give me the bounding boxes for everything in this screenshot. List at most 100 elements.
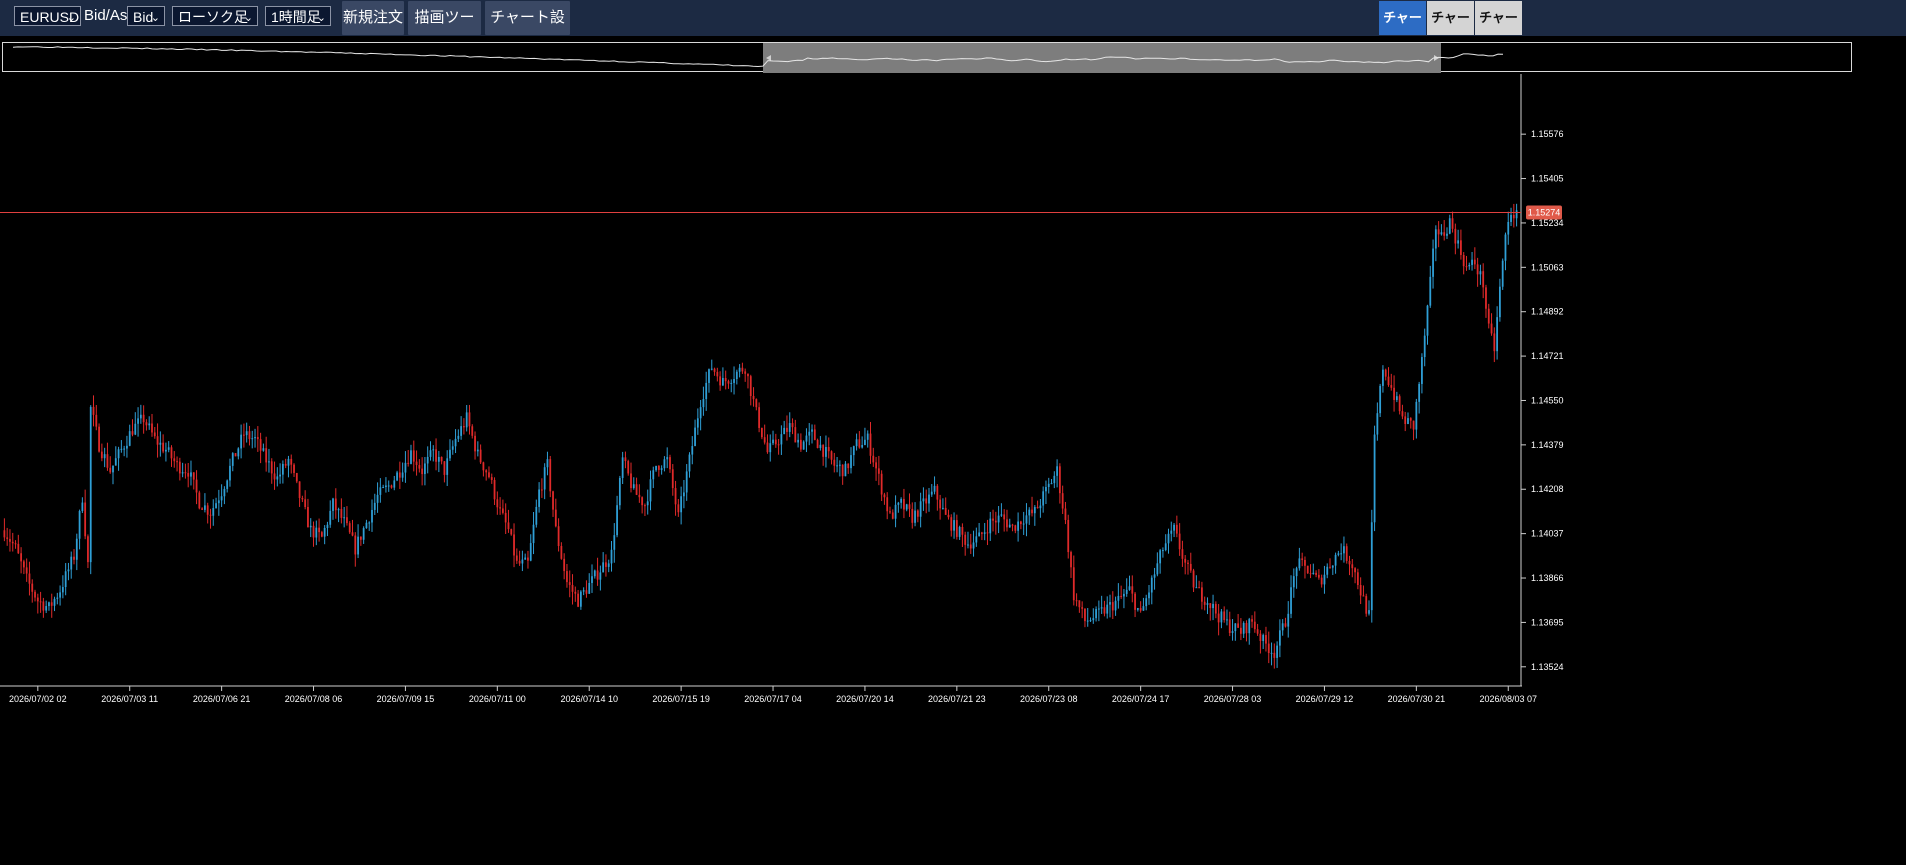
candle-body — [184, 472, 187, 474]
candle-body — [649, 479, 652, 502]
chart-settings-button[interactable]: チャート設定 — [485, 1, 570, 60]
candle-body — [529, 543, 532, 561]
symbol-select[interactable]: EURUSD ⌄ — [14, 6, 81, 26]
candle-body — [1448, 218, 1451, 234]
candle-body — [1251, 619, 1253, 622]
price-tick-label: 1.13695 — [1531, 617, 1564, 627]
candle-body — [532, 524, 535, 544]
candle-body — [955, 520, 958, 537]
candle-body — [326, 524, 329, 528]
tab-chart-1[interactable]: チャート1 — [1379, 1, 1426, 59]
candle-body — [1460, 240, 1462, 255]
candle-body — [1412, 420, 1415, 430]
candle-body — [599, 572, 602, 580]
candle-body — [1033, 507, 1036, 514]
candle-body — [930, 491, 933, 495]
candle-body — [1245, 623, 1248, 634]
candle-body — [593, 570, 596, 577]
candle-body — [1156, 563, 1159, 575]
candle-body — [660, 468, 663, 470]
candle-body — [774, 439, 777, 445]
price-tick-label: 1.14208 — [1531, 484, 1564, 494]
candle-body — [699, 407, 702, 419]
candle-body — [1106, 604, 1109, 614]
candle-body — [624, 457, 627, 462]
candle-body — [1429, 276, 1432, 306]
candle-body — [248, 431, 251, 439]
candle-body — [850, 455, 852, 469]
candle-body — [368, 522, 371, 524]
time-tick-label: 2026/07/21 23 — [928, 694, 986, 704]
candle-body — [390, 485, 393, 488]
candle-body — [212, 508, 215, 516]
timeframe-select-value: 1時間足 — [271, 9, 321, 25]
candle-body — [123, 448, 126, 450]
main-chart[interactable]: 1.15576 1.15405 1.15234 1.15063 1.14892 1.147… — [0, 74, 1906, 860]
candle-body — [588, 582, 591, 594]
candle-body — [1248, 619, 1251, 634]
candle-body — [602, 562, 605, 573]
candle-body — [1053, 475, 1056, 484]
candle-body — [198, 492, 201, 509]
candle-body — [148, 423, 151, 426]
candle-body — [84, 502, 87, 537]
candle-body — [897, 502, 900, 505]
candle-body — [151, 423, 153, 433]
candle-body — [780, 434, 783, 445]
candle-body — [822, 444, 825, 457]
candle-body — [972, 542, 975, 549]
candle-body — [490, 477, 493, 480]
candle-body — [1164, 543, 1167, 551]
candle-body — [270, 461, 273, 474]
candle-body — [1262, 635, 1265, 641]
candle-body — [415, 461, 418, 466]
price-tick-label: 1.15576 — [1531, 129, 1564, 139]
candle-body — [685, 471, 688, 493]
candle-body — [162, 442, 165, 452]
candle-body — [741, 367, 744, 372]
candle-body — [1036, 507, 1039, 509]
candle-body — [1334, 554, 1337, 566]
candle-body — [1212, 603, 1214, 609]
navigator[interactable] — [2, 42, 1852, 73]
new-order-button[interactable]: 新規注文 — [342, 1, 404, 35]
candle-body — [206, 505, 209, 515]
candle-body — [905, 504, 908, 510]
timeframe-select[interactable]: 1時間足 ⌄ — [265, 6, 331, 26]
candle-body — [1011, 524, 1014, 526]
drawing-tools-button[interactable]: 描画ツール — [408, 1, 481, 60]
candle-body — [1443, 232, 1446, 236]
candle-body — [1454, 228, 1457, 244]
candle-body — [1192, 570, 1195, 588]
candle-body — [346, 517, 348, 524]
candle-body — [1437, 229, 1440, 235]
candle-body — [1134, 593, 1136, 610]
candle-body — [1343, 546, 1345, 554]
price-type-select[interactable]: Bid ⌄ — [127, 6, 165, 26]
candle-body — [847, 463, 850, 469]
candle-body — [343, 517, 346, 519]
candle-body — [861, 444, 864, 448]
candle-body — [1189, 563, 1192, 571]
time-tick-label: 2026/07/06 21 — [193, 694, 251, 704]
candle-body — [332, 498, 334, 511]
candle-body — [426, 456, 429, 464]
tab-chart-3[interactable]: チャート3 — [1475, 1, 1522, 59]
chart-type-select[interactable]: ローソク足 ⌄ — [172, 6, 258, 26]
candle-body — [749, 376, 752, 396]
candle-body — [671, 469, 674, 489]
candle-body — [379, 487, 382, 495]
candle-body — [215, 503, 217, 509]
price-tick-label: 1.14892 — [1531, 307, 1564, 317]
chart-type-select-value: ローソク足 — [178, 9, 248, 25]
candle-body — [145, 422, 148, 426]
candle-body — [1047, 483, 1050, 488]
candle-body — [872, 455, 875, 463]
candle-body — [1150, 577, 1153, 593]
tab-chart-2[interactable]: チャート2 — [1427, 1, 1474, 59]
candle-body — [17, 543, 20, 554]
candle-body — [903, 498, 905, 510]
candle-body — [989, 518, 992, 534]
candle-body — [1493, 333, 1496, 352]
candle-body — [613, 535, 616, 550]
